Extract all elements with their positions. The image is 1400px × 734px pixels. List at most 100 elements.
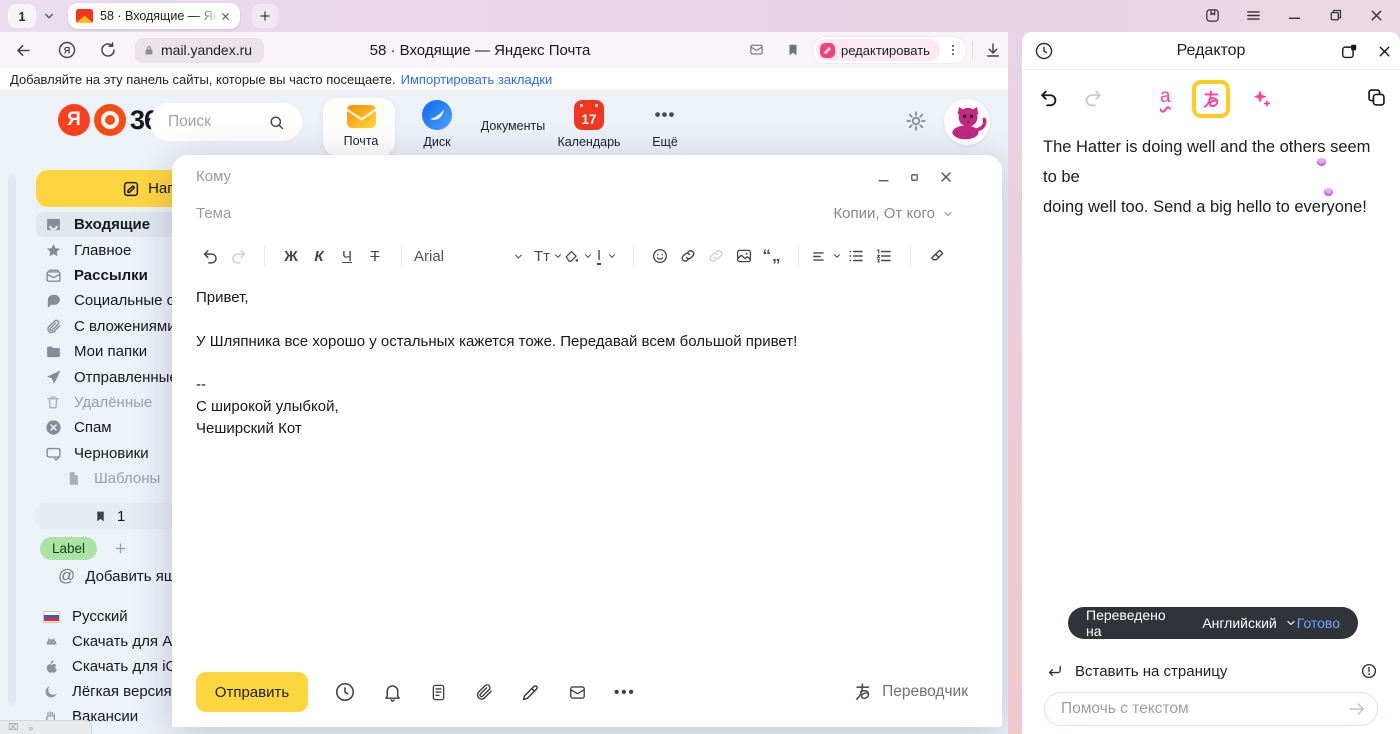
schedule-send-icon[interactable] xyxy=(334,681,356,703)
compose-expand-icon[interactable] xyxy=(908,171,921,184)
new-tab-button[interactable] xyxy=(252,4,278,28)
font-family-select[interactable]: Arial xyxy=(414,248,524,265)
browser-menu-icon[interactable] xyxy=(1245,7,1262,24)
translated-text-line2: doing well too. Send a big hello to ever… xyxy=(1043,192,1379,222)
tab-close-icon[interactable] xyxy=(220,11,231,22)
paint-bucket-icon xyxy=(563,248,580,265)
text-color-button[interactable]: I xyxy=(593,242,621,270)
calendar-badge: 17 xyxy=(581,112,596,127)
insert-image-icon[interactable] xyxy=(730,242,758,270)
compose-minimize-icon[interactable] xyxy=(876,170,891,185)
panel-divider[interactable] xyxy=(1008,32,1022,734)
app-mail-label: Почта xyxy=(323,134,399,148)
chevron-down-icon xyxy=(942,208,954,220)
strikethrough-button[interactable]: Т xyxy=(361,242,389,270)
signature-pen-icon[interactable] xyxy=(520,682,541,703)
app-docs[interactable]: Документы xyxy=(475,96,551,133)
url-field[interactable]: mail.yandex.ru xyxy=(135,38,264,63)
subject-field[interactable]: Тема xyxy=(196,205,231,222)
label-pill[interactable]: Label xyxy=(40,537,97,560)
language-select[interactable]: Английский xyxy=(1202,615,1296,631)
settings-gear-icon[interactable] xyxy=(905,110,927,132)
underline-button[interactable]: Ч xyxy=(333,242,361,270)
edit-more-icon[interactable] xyxy=(946,43,960,57)
window-close-icon[interactable] xyxy=(1368,7,1385,24)
browser-tab[interactable]: 58 · Входящие — Яндекс Почта xyxy=(68,3,240,29)
editor-undo-icon[interactable] xyxy=(1038,87,1060,109)
bullet-list-icon[interactable] xyxy=(842,242,870,270)
tab-group-counter[interactable]: 1 xyxy=(8,4,36,28)
spellcheck-icon[interactable]: a xyxy=(1160,86,1171,108)
translated-text[interactable]: The Hatter is doing well and the others … xyxy=(1043,132,1379,222)
attach-file-icon[interactable] xyxy=(474,682,494,702)
language-link[interactable]: Русский xyxy=(42,608,128,625)
light-version-link[interactable]: Лёгкая версия xyxy=(42,683,172,700)
downloads-icon[interactable] xyxy=(984,41,1002,59)
reminder-bell-icon[interactable] xyxy=(382,682,403,703)
app-calendar[interactable]: 17 Календарь xyxy=(551,96,627,149)
selection-handle-start[interactable] xyxy=(1317,158,1326,166)
link-icon[interactable] xyxy=(674,242,702,270)
bookmark-page-icon[interactable] xyxy=(786,42,800,58)
redo-icon[interactable] xyxy=(224,242,252,270)
ai-prompt-input[interactable] xyxy=(1061,700,1347,718)
app-mail[interactable]: Почта xyxy=(323,96,399,148)
window-minimize-icon[interactable] xyxy=(1286,7,1303,24)
copy-icon[interactable] xyxy=(1366,87,1387,108)
paper-plane-icon xyxy=(44,369,62,386)
window-restore-icon[interactable] xyxy=(1327,7,1344,24)
panel-close-icon[interactable] xyxy=(1376,43,1393,60)
undo-icon[interactable] xyxy=(196,242,224,270)
message-body[interactable]: Привет, У Шляпника все хорошо у остальны… xyxy=(196,287,962,440)
open-in-window-icon[interactable] xyxy=(1340,42,1359,61)
quote-button[interactable]: “„ xyxy=(758,242,786,270)
selection-handle-end[interactable] xyxy=(1324,188,1333,196)
tab-list-chevron-icon[interactable] xyxy=(42,9,56,23)
font-size-select[interactable]: Tт xyxy=(534,242,563,270)
edit-button[interactable]: редактировать xyxy=(816,39,940,61)
highlight-color-button[interactable] xyxy=(563,242,593,270)
emoji-icon[interactable] xyxy=(646,242,674,270)
font-family-value: Arial xyxy=(414,248,444,265)
import-bookmarks-link[interactable]: Импортировать закладки xyxy=(401,72,553,87)
avatar[interactable] xyxy=(944,99,990,145)
search-box[interactable] xyxy=(150,103,302,141)
to-field[interactable]: Кому xyxy=(196,168,231,185)
browser-status-corner: ⌧» xyxy=(0,720,92,734)
ai-sparkles-icon[interactable] xyxy=(1250,87,1272,109)
mail-feature-icon[interactable] xyxy=(748,42,765,57)
search-input[interactable] xyxy=(168,113,268,131)
align-button[interactable] xyxy=(811,242,842,270)
download-ios-link[interactable]: Скачать для iOS xyxy=(42,658,187,675)
folder-label: Главное xyxy=(74,242,131,259)
italic-button[interactable]: К xyxy=(305,242,333,270)
translate-highlight-box[interactable] xyxy=(1192,80,1230,118)
add-label-icon[interactable] xyxy=(113,541,128,556)
unlink-icon[interactable] xyxy=(702,242,730,270)
side-panel-icon[interactable] xyxy=(1204,7,1221,24)
submit-arrow-icon[interactable] xyxy=(1347,699,1367,719)
bold-button[interactable]: Ж xyxy=(277,242,305,270)
translated-text-line1: The Hatter is doing well and the others … xyxy=(1043,132,1379,192)
eraser-icon[interactable] xyxy=(923,242,951,270)
yandex-browser-icon[interactable]: Я xyxy=(57,40,77,60)
ai-prompt-box[interactable] xyxy=(1044,692,1378,726)
labels-row: Label xyxy=(40,537,128,560)
compose-close-icon[interactable] xyxy=(938,169,954,185)
envelope-icon[interactable] xyxy=(567,683,588,702)
app-disk[interactable]: Диск xyxy=(399,96,475,149)
more-options-icon[interactable]: ••• xyxy=(614,684,636,701)
info-icon[interactable] xyxy=(1360,662,1378,680)
reload-icon[interactable] xyxy=(99,41,117,59)
editor-redo-icon[interactable] xyxy=(1082,87,1104,109)
cc-from-toggle[interactable]: Копии, От кого xyxy=(833,205,954,222)
translator-toggle[interactable]: Переводчик xyxy=(853,682,968,702)
notes-icon[interactable] xyxy=(429,682,448,703)
done-button[interactable]: Готово xyxy=(1297,615,1340,631)
numbered-list-icon[interactable] xyxy=(870,242,898,270)
send-button[interactable]: Отправить xyxy=(196,672,308,712)
search-icon[interactable] xyxy=(268,114,285,131)
back-icon[interactable] xyxy=(14,41,33,60)
insert-to-page-button[interactable]: Вставить на страницу xyxy=(1046,662,1378,680)
app-more[interactable]: ••• Ещё xyxy=(627,96,703,149)
